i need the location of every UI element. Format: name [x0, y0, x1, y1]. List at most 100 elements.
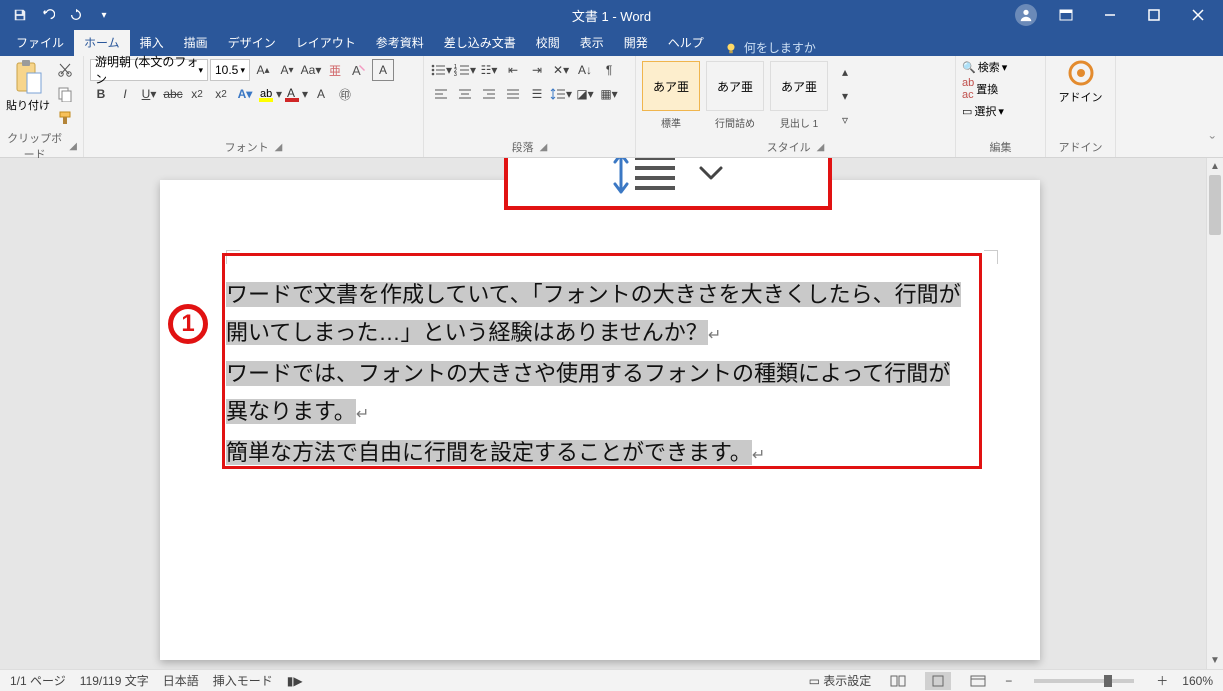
line-spacing-icon[interactable]: ▾	[550, 83, 572, 105]
addins-icon[interactable]	[1067, 59, 1095, 87]
styles-expand-icon[interactable]: ▿	[834, 109, 856, 131]
minimize-icon[interactable]	[1089, 1, 1131, 29]
show-marks-icon[interactable]: ¶	[598, 59, 620, 81]
subscript-button[interactable]: x2	[186, 83, 208, 105]
style-normal[interactable]: あア亜	[642, 61, 700, 111]
redo-icon[interactable]	[66, 5, 86, 25]
distribute-icon[interactable]: ☰	[526, 83, 548, 105]
scroll-down-icon[interactable]: ▼	[1207, 652, 1223, 669]
scroll-thumb[interactable]	[1209, 175, 1221, 235]
group-label-paragraph: 段落	[512, 139, 534, 155]
line-spacing-large-icon	[611, 158, 679, 196]
replace-button[interactable]: abac置換	[962, 77, 998, 101]
addins-label[interactable]: アドイン	[1059, 89, 1103, 105]
style-heading1[interactable]: あア亜	[770, 61, 828, 111]
decrease-indent-icon[interactable]: ⇤	[502, 59, 524, 81]
style-no-spacing[interactable]: あア亜	[706, 61, 764, 111]
select-button[interactable]: ▭選択▾	[962, 103, 1004, 119]
styles-scroll-up-icon[interactable]: ▴	[834, 61, 856, 83]
align-left-icon[interactable]	[430, 83, 452, 105]
clear-format-icon[interactable]: A	[348, 59, 370, 81]
web-layout-icon[interactable]	[965, 672, 991, 690]
undo-icon[interactable]	[38, 5, 58, 25]
grow-font-icon[interactable]: A▴	[252, 59, 274, 81]
tab-references[interactable]: 参考資料	[366, 30, 434, 56]
sort-icon[interactable]: A↓	[574, 59, 596, 81]
char-border-icon[interactable]: A	[372, 59, 394, 81]
change-case-icon[interactable]: Aa▾	[300, 59, 322, 81]
account-avatar[interactable]	[1015, 4, 1037, 26]
chevron-down-icon	[697, 163, 725, 183]
cut-icon[interactable]	[54, 59, 76, 81]
borders-icon[interactable]: ▦▾	[598, 83, 620, 105]
zoom-slider[interactable]	[1034, 679, 1134, 683]
tab-developer[interactable]: 開発	[614, 30, 658, 56]
styles-scroll-down-icon[interactable]: ▾	[834, 85, 856, 107]
justify-icon[interactable]	[502, 83, 524, 105]
tab-file[interactable]: ファイル	[6, 30, 74, 56]
zoom-thumb[interactable]	[1104, 675, 1112, 687]
tell-me-search[interactable]: 何をしますか	[714, 39, 826, 56]
tab-help[interactable]: ヘルプ	[658, 30, 714, 56]
shading-icon[interactable]: ◪▾	[574, 83, 596, 105]
font-size-select[interactable]: 10.5▾	[210, 59, 250, 81]
highlight-color-icon[interactable]: ab▾	[258, 83, 282, 105]
bold-button[interactable]: B	[90, 83, 112, 105]
status-language[interactable]: 日本語	[163, 672, 199, 689]
phonetic-guide-icon[interactable]: 亜	[324, 59, 346, 81]
ribbon-display-icon[interactable]	[1045, 1, 1087, 29]
status-word-count[interactable]: 119/119 文字	[80, 672, 149, 689]
print-layout-icon[interactable]	[925, 672, 951, 690]
tab-review[interactable]: 校閲	[526, 30, 570, 56]
align-center-icon[interactable]	[454, 83, 476, 105]
maximize-icon[interactable]	[1133, 1, 1175, 29]
char-shading-icon[interactable]: A	[310, 83, 332, 105]
zoom-out-icon[interactable]: −	[1005, 674, 1012, 688]
zoom-in-icon[interactable]: ＋	[1156, 672, 1168, 689]
copy-icon[interactable]	[54, 83, 76, 105]
macro-record-icon[interactable]: ▮▶	[287, 674, 303, 688]
styles-dialog-launcher-icon[interactable]: ◢	[817, 142, 825, 153]
save-icon[interactable]	[10, 5, 30, 25]
text-effects-icon[interactable]: A▾	[234, 83, 256, 105]
format-painter-icon[interactable]	[54, 107, 76, 129]
paste-label[interactable]: 貼り付け	[6, 97, 50, 113]
read-mode-icon[interactable]	[885, 672, 911, 690]
increase-indent-icon[interactable]: ⇥	[526, 59, 548, 81]
status-insert-mode[interactable]: 挿入モード	[213, 672, 273, 689]
superscript-button[interactable]: x2	[210, 83, 232, 105]
font-color-icon[interactable]: A▾	[284, 83, 308, 105]
title-bar: ▾ 文書 1 - Word	[0, 0, 1223, 30]
paragraph-dialog-launcher-icon[interactable]: ◢	[540, 142, 548, 153]
font-name-select[interactable]: 游明朝 (本文のフォン▾	[90, 59, 208, 81]
vertical-scrollbar[interactable]: ▲ ▼	[1206, 158, 1223, 669]
strikethrough-button[interactable]: abc	[162, 83, 184, 105]
qat-customize-icon[interactable]: ▾	[94, 5, 114, 25]
tab-layout[interactable]: レイアウト	[286, 30, 366, 56]
paste-icon[interactable]	[13, 59, 43, 95]
zoom-level[interactable]: 160%	[1182, 674, 1213, 688]
clipboard-dialog-launcher-icon[interactable]: ◢	[69, 141, 77, 152]
shrink-font-icon[interactable]: A▾	[276, 59, 298, 81]
close-icon[interactable]	[1177, 1, 1219, 29]
tab-mailings[interactable]: 差し込み文書	[434, 30, 526, 56]
collapse-ribbon-icon[interactable]: ˇ	[1202, 131, 1223, 157]
italic-button[interactable]: I	[114, 83, 136, 105]
bulb-icon	[724, 41, 738, 55]
asian-layout-icon[interactable]: ✕▾	[550, 59, 572, 81]
underline-button[interactable]: U▾	[138, 83, 160, 105]
font-dialog-launcher-icon[interactable]: ◢	[275, 142, 283, 153]
window-title: 文書 1 - Word	[572, 6, 651, 25]
bullets-icon[interactable]: ▾	[430, 59, 452, 81]
tab-design[interactable]: デザイン	[218, 30, 286, 56]
multilevel-list-icon[interactable]: ☷▾	[478, 59, 500, 81]
tab-view[interactable]: 表示	[570, 30, 614, 56]
enclose-char-icon[interactable]: ㊞	[334, 83, 356, 105]
status-page[interactable]: 1/1 ページ	[10, 672, 66, 689]
scroll-track[interactable]	[1207, 175, 1223, 652]
align-right-icon[interactable]	[478, 83, 500, 105]
scroll-up-icon[interactable]: ▲	[1207, 158, 1223, 175]
numbering-icon[interactable]: 123▾	[454, 59, 476, 81]
find-button[interactable]: 🔍検索▾	[962, 59, 1007, 75]
display-settings[interactable]: ▭ 表示設定	[809, 672, 872, 689]
